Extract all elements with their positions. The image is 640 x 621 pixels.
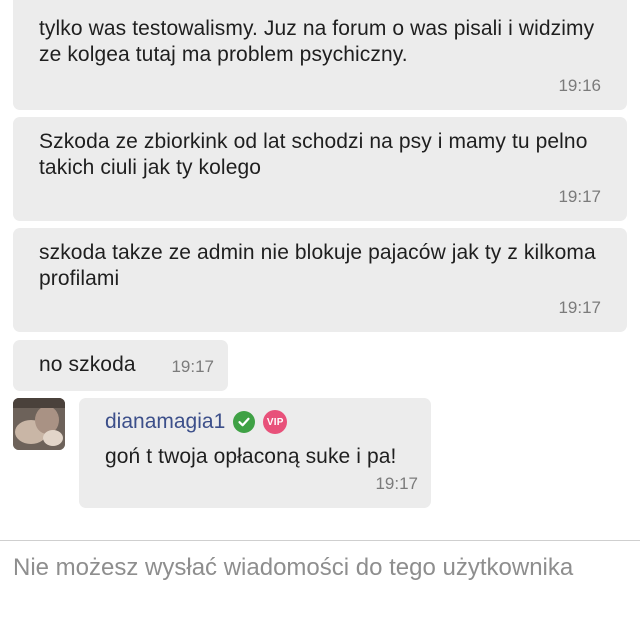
- avatar[interactable]: [13, 398, 65, 450]
- message-bubble[interactable]: tylko was testowalismy. Juz na forum o w…: [13, 0, 627, 110]
- message-bubble[interactable]: Szkoda ze zbiorkink od lat schodzi na ps…: [13, 117, 627, 221]
- message-text: no szkoda: [39, 353, 136, 376]
- message-time: 19:16: [558, 76, 601, 95]
- message-text: tylko was testowalismy. Juz na forum o w…: [39, 17, 595, 66]
- composer-divider: [0, 540, 640, 541]
- chat-thread: tylko was testowalismy. Juz na forum o w…: [0, 0, 640, 621]
- message-text: szkoda takze ze admin nie blokuje pajacó…: [39, 241, 596, 290]
- avatar-photo-icon: [13, 398, 65, 450]
- sender-name[interactable]: dianamagia1: [105, 410, 225, 434]
- message-time: 19:17: [558, 298, 601, 317]
- message-bubble[interactable]: no szkoda 19:17: [13, 340, 228, 391]
- message-text: goń t twoja opłaconą suke i pa!: [105, 445, 397, 468]
- incoming-message-bubble[interactable]: dianamagia1 VIP goń t twoja opłaconą suk…: [79, 398, 431, 508]
- vip-badge: VIP: [263, 410, 288, 434]
- message-time: 19:17: [375, 474, 418, 493]
- message-time: 19:17: [171, 357, 214, 376]
- message-time: 19:17: [558, 187, 601, 206]
- sender-row: dianamagia1 VIP: [105, 410, 288, 434]
- message-bubble[interactable]: szkoda takze ze admin nie blokuje pajacó…: [13, 228, 627, 332]
- verified-check-icon: [233, 411, 256, 433]
- composer-disabled-notice: Nie możesz wysłać wiadomości do tego uży…: [13, 554, 574, 581]
- message-text: Szkoda ze zbiorkink od lat schodzi na ps…: [39, 130, 588, 179]
